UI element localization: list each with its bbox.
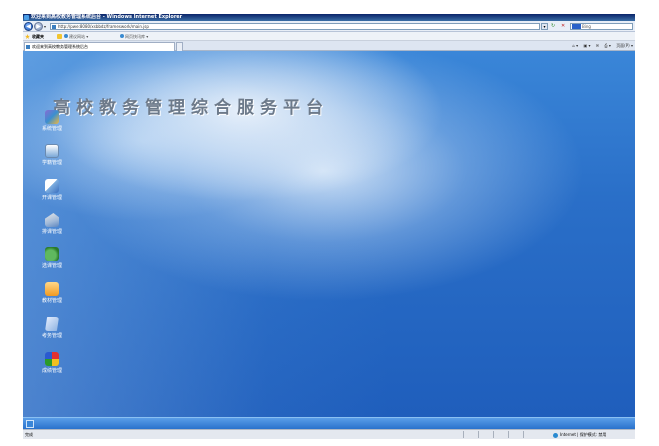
status-divider xyxy=(478,431,479,438)
footer-window-icon[interactable] xyxy=(26,420,34,428)
command-bar: ⌂ ▾ ▣ ▾ ✉ ⎙ ▾ 页面(P) ▾ xyxy=(568,42,633,50)
textbook-icon xyxy=(45,282,59,296)
suggested-sites-icon xyxy=(64,34,68,38)
tab-page-icon xyxy=(26,45,30,49)
tab-row: 欢迎来到高校教务管理系统后台 ⌂ ▾ ▣ ▾ ✉ ⎙ ▾ 页面(P) ▾ xyxy=(23,41,635,51)
page-footer-bar xyxy=(23,417,635,429)
menu-item-system[interactable]: 系统管理 xyxy=(37,110,67,132)
suggested-sites-link[interactable]: 建议网站 ▾ xyxy=(64,32,88,41)
globe-icon xyxy=(553,432,558,438)
menu-item-label: 选课管理 xyxy=(41,263,62,269)
mail-icon[interactable]: ✉ xyxy=(596,43,599,48)
page-menu[interactable]: 页面(P) ▾ xyxy=(616,43,633,48)
home-icon[interactable]: ⌂ ▾ xyxy=(572,43,578,48)
print-icon[interactable]: ⎙ ▾ xyxy=(604,43,610,48)
security-zone-label: Internet | 保护模式: 禁用 xyxy=(560,432,607,437)
status-divider xyxy=(493,431,494,438)
status-text: 完成 xyxy=(25,432,33,437)
menu-item-exam[interactable]: 考务管理 xyxy=(37,317,67,339)
menu-item-label: 成绩管理 xyxy=(41,368,62,374)
tab-main[interactable]: 欢迎来到高校教务管理系统后台 xyxy=(24,42,175,51)
status-bar: 完成 Internet | 保护模式: 禁用 xyxy=(23,429,635,439)
student-icon xyxy=(45,144,59,158)
menu-item-textbook[interactable]: 教材管理 xyxy=(37,282,67,304)
menu-item-label: 排课管理 xyxy=(41,229,62,235)
title-bar: 欢迎来到高校教务管理系统后台 - Windows Internet Explor… xyxy=(23,14,635,21)
address-dropdown[interactable]: ▾ xyxy=(541,23,548,30)
history-dropdown[interactable]: ▾ xyxy=(44,24,48,29)
menu-item-student[interactable]: 学籍管理 xyxy=(37,144,67,166)
menu-item-grade[interactable]: 成绩管理 xyxy=(37,352,67,374)
feeds-icon[interactable]: ▣ ▾ xyxy=(583,43,590,48)
favorites-star-icon[interactable] xyxy=(25,34,30,39)
add-favorite-icon[interactable] xyxy=(57,34,62,39)
address-row: ◀ ▶ ▾ http://pwe:8080/xsbbdz/frameswork/… xyxy=(23,21,635,32)
browser-window: 欢迎来到高校教务管理系统后台 - Windows Internet Explor… xyxy=(23,14,635,439)
address-url: http://pwe:8080/xsbbdz/frameswork/main.j… xyxy=(58,24,149,29)
system-icon xyxy=(45,110,59,124)
back-button[interactable]: ◀ xyxy=(24,22,33,31)
favorites-label[interactable]: 收藏夹 xyxy=(32,32,44,41)
web-slice-icon xyxy=(120,34,124,38)
page-content: 高校教务管理综合服务平台 系统管理 学籍管理 开课管理 排课管理 选课管理 教材… xyxy=(23,51,635,417)
menu-item-label: 教材管理 xyxy=(41,298,62,304)
menu-item-label: 考务管理 xyxy=(41,333,62,339)
status-divider xyxy=(508,431,509,438)
suggested-sites-label: 建议网站 ▾ xyxy=(69,34,89,39)
grade-icon xyxy=(45,352,59,366)
menu-item-label: 学籍管理 xyxy=(41,160,62,166)
web-slice-gallery-link[interactable]: 网页快讯库 ▾ xyxy=(120,32,148,41)
retake-icon xyxy=(45,247,59,261)
search-placeholder: Bing xyxy=(582,24,591,29)
address-input[interactable]: http://pwe:8080/xsbbdz/frameswork/main.j… xyxy=(50,23,540,30)
page-icon xyxy=(52,25,56,29)
menu-item-retake[interactable]: 选课管理 xyxy=(37,247,67,269)
arrow-right-icon: ▶ xyxy=(36,23,41,30)
page-banner: 高校教务管理综合服务平台 xyxy=(53,98,329,118)
stop-button[interactable]: ✕ xyxy=(561,23,569,30)
ie-icon xyxy=(24,15,29,20)
menu-item-schedule[interactable]: 排课管理 xyxy=(37,213,67,235)
search-input[interactable]: Bing xyxy=(570,23,633,30)
forward-button[interactable]: ▶ xyxy=(34,22,43,31)
web-slice-label: 网页快讯库 ▾ xyxy=(125,34,149,39)
course-icon xyxy=(45,179,59,193)
favorites-bar: 收藏夹 建议网站 ▾ 网页快讯库 ▾ xyxy=(23,32,635,41)
new-tab-button[interactable] xyxy=(176,42,183,51)
refresh-button[interactable]: ↻ xyxy=(551,23,561,30)
tab-title: 欢迎来到高校教务管理系统后台 xyxy=(32,44,88,49)
status-divider xyxy=(463,431,464,438)
schedule-icon xyxy=(45,213,59,227)
status-divider xyxy=(523,431,524,438)
window-title: 欢迎来到高校教务管理系统后台 - Windows Internet Explor… xyxy=(31,14,183,20)
security-zone[interactable]: Internet | 保护模式: 禁用 xyxy=(553,430,606,439)
bing-icon xyxy=(572,24,581,29)
menu-item-label: 系统管理 xyxy=(41,126,62,132)
arrow-left-icon: ◀ xyxy=(26,23,31,30)
exam-icon xyxy=(45,317,59,331)
menu-item-label: 开课管理 xyxy=(41,195,62,201)
menu-item-course[interactable]: 开课管理 xyxy=(37,179,67,201)
